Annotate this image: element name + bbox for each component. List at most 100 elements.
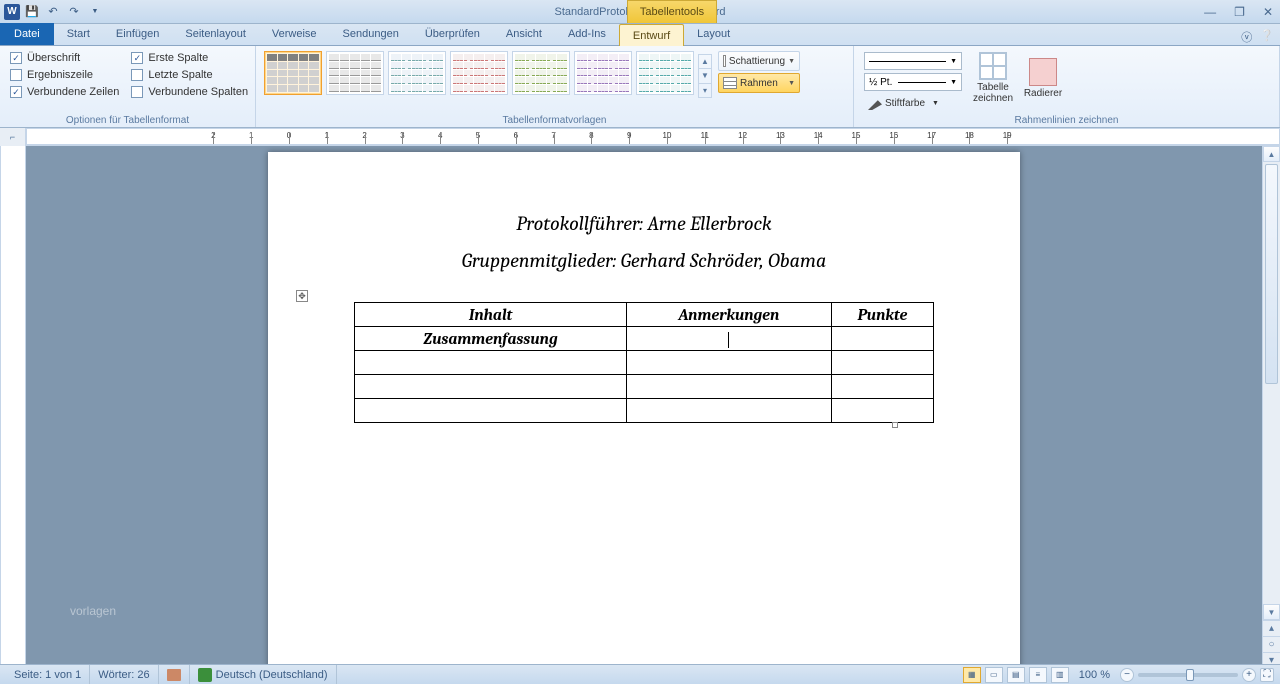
- tab-einfuegen[interactable]: Einfügen: [103, 23, 172, 45]
- status-word-count[interactable]: Wörter: 26: [90, 665, 158, 684]
- page[interactable]: Protokollführer: Arne Ellerbrock Gruppen…: [268, 152, 1020, 668]
- table-resize-handle-icon[interactable]: [892, 422, 898, 428]
- checkbox-verbundene-zeilen[interactable]: ✓Verbundene Zeilen: [10, 86, 119, 98]
- group-label-options: Optionen für Tabellenformat: [0, 115, 255, 126]
- view-print-layout-icon[interactable]: ▦: [963, 667, 981, 683]
- zoom-slider[interactable]: [1138, 673, 1238, 677]
- table-cell[interactable]: [627, 399, 832, 423]
- tab-addins[interactable]: Add-Ins: [555, 23, 619, 45]
- gallery-scroll-up-icon[interactable]: ▲: [699, 55, 711, 69]
- zoom-out-button[interactable]: −: [1120, 668, 1134, 682]
- close-button[interactable]: ✕: [1260, 5, 1276, 19]
- tab-start[interactable]: Start: [54, 23, 103, 45]
- table-style-1[interactable]: [264, 51, 322, 95]
- table-cell[interactable]: [627, 351, 832, 375]
- gallery-scroll-down-icon[interactable]: ▼: [699, 69, 711, 83]
- table-style-2[interactable]: [326, 51, 384, 95]
- pen-color-button[interactable]: Stiftfarbe▼: [864, 94, 962, 112]
- table-styles-gallery: ▲ ▼ ▾: [260, 48, 714, 98]
- file-tab[interactable]: Datei: [0, 23, 54, 45]
- tab-ansicht[interactable]: Ansicht: [493, 23, 555, 45]
- checkbox-erste-spalte[interactable]: ✓Erste Spalte: [131, 52, 248, 64]
- document-viewport[interactable]: vorlagen Protokollführer: Arne Ellerbroc…: [26, 146, 1262, 668]
- table-style-7[interactable]: [636, 51, 694, 95]
- table-cell[interactable]: Zusammenfassung: [355, 327, 627, 351]
- view-fullscreen-icon[interactable]: ▭: [985, 667, 1003, 683]
- zoom-fit-button[interactable]: ⛶: [1260, 668, 1274, 682]
- border-grid-icon: [723, 77, 737, 89]
- table-style-6[interactable]: [574, 51, 632, 95]
- horizontal-ruler[interactable]: 21012345678910111213141516171819: [26, 128, 1280, 145]
- checkbox-letzte-spalte[interactable]: Letzte Spalte: [131, 69, 248, 81]
- tab-layout[interactable]: Layout: [684, 23, 743, 45]
- view-draft-icon[interactable]: ▥: [1051, 667, 1069, 683]
- tab-verweise[interactable]: Verweise: [259, 23, 330, 45]
- status-language[interactable]: Deutsch (Deutschland): [190, 665, 337, 684]
- restore-button[interactable]: ❐: [1231, 5, 1248, 19]
- tab-seitenlayout[interactable]: Seitenlayout: [172, 23, 259, 45]
- table-cell[interactable]: [627, 375, 832, 399]
- table-header-punkte[interactable]: Punkte: [831, 303, 933, 327]
- borders-button[interactable]: Rahmen▼: [718, 73, 800, 93]
- table-cell[interactable]: [831, 399, 933, 423]
- doc-line-protokollfuehrer[interactable]: Protokollführer: Arne Ellerbrock: [308, 212, 980, 235]
- undo-icon[interactable]: ↶: [44, 3, 62, 21]
- help-icon[interactable]: ❔: [1260, 29, 1274, 45]
- table-move-handle-icon[interactable]: ✥: [296, 290, 308, 302]
- book-icon: [167, 669, 181, 681]
- qat-dropdown-icon[interactable]: ▼: [86, 3, 104, 21]
- scroll-track[interactable]: [1263, 162, 1280, 604]
- browse-object-button[interactable]: ○: [1263, 636, 1280, 652]
- checkbox-verbundene-spalten[interactable]: Verbundene Spalten: [131, 86, 248, 98]
- word-app-icon[interactable]: W: [4, 4, 20, 20]
- window-controls: — ❐ ✕: [1201, 5, 1276, 19]
- view-outline-icon[interactable]: ≡: [1029, 667, 1047, 683]
- table-cell[interactable]: [355, 375, 627, 399]
- table-cell[interactable]: [355, 399, 627, 423]
- scroll-thumb[interactable]: [1265, 164, 1278, 384]
- checkbox-ueberschrift[interactable]: ✓Überschrift: [10, 52, 119, 64]
- tab-ueberpruefen[interactable]: Überprüfen: [412, 23, 493, 45]
- draw-table-button[interactable]: Tabelle zeichnen: [968, 48, 1018, 108]
- zoom-slider-thumb[interactable]: [1186, 669, 1194, 681]
- tab-sendungen[interactable]: Sendungen: [330, 23, 412, 45]
- document-table[interactable]: Inhalt Anmerkungen Punkte Zusammenfassun…: [354, 302, 934, 423]
- table-header-inhalt[interactable]: Inhalt: [355, 303, 627, 327]
- ruler-tab-selector[interactable]: ⌐: [0, 128, 26, 146]
- line-style-dropdown[interactable]: ▼: [864, 52, 962, 70]
- table-cell-active[interactable]: [627, 327, 832, 351]
- context-tab-header: Tabellentools: [627, 0, 717, 23]
- table-header-anmerkungen[interactable]: Anmerkungen: [627, 303, 832, 327]
- line-weight-dropdown[interactable]: ½ Pt.▼: [864, 73, 962, 91]
- shading-button[interactable]: Schattierung▼: [718, 51, 800, 71]
- table-cell[interactable]: [831, 327, 933, 351]
- tab-entwurf[interactable]: Entwurf: [619, 24, 684, 46]
- status-page[interactable]: Seite: 1 von 1: [6, 665, 90, 684]
- eraser-button[interactable]: Radierer: [1018, 48, 1068, 108]
- group-label-styles: Tabellenformatvorlagen: [256, 115, 853, 126]
- table-cell[interactable]: [831, 375, 933, 399]
- table-style-5[interactable]: [512, 51, 570, 95]
- scroll-down-button[interactable]: ▼: [1263, 604, 1280, 620]
- table-cell[interactable]: [831, 351, 933, 375]
- table-style-3[interactable]: [388, 51, 446, 95]
- minimize-ribbon-icon[interactable]: ⓥ: [1241, 29, 1252, 45]
- zoom-in-button[interactable]: +: [1242, 668, 1256, 682]
- minimize-button[interactable]: —: [1201, 5, 1219, 19]
- view-web-icon[interactable]: ▤: [1007, 667, 1025, 683]
- redo-icon[interactable]: ↷: [65, 3, 83, 21]
- zoom-level-label[interactable]: 100 %: [1073, 669, 1116, 681]
- table-cell[interactable]: [355, 351, 627, 375]
- vertical-ruler[interactable]: [0, 146, 26, 668]
- prev-page-button[interactable]: ▴: [1263, 620, 1280, 636]
- status-proofing[interactable]: [159, 665, 190, 684]
- table-row: Zusammenfassung: [355, 327, 934, 351]
- group-draw-borders: ▼ ½ Pt.▼ Stiftfarbe▼ Tabelle zeichnen Ra…: [854, 46, 1280, 127]
- checkbox-ergebniszeile[interactable]: Ergebniszeile: [10, 69, 119, 81]
- save-icon[interactable]: 💾: [23, 3, 41, 21]
- doc-line-gruppenmitglieder[interactable]: Gruppenmitglieder: Gerhard Schröder, Oba…: [308, 249, 980, 272]
- gallery-expand-icon[interactable]: ▾: [699, 84, 711, 97]
- scroll-up-button[interactable]: ▲: [1263, 146, 1280, 162]
- table-style-4[interactable]: [450, 51, 508, 95]
- table-row: [355, 351, 934, 375]
